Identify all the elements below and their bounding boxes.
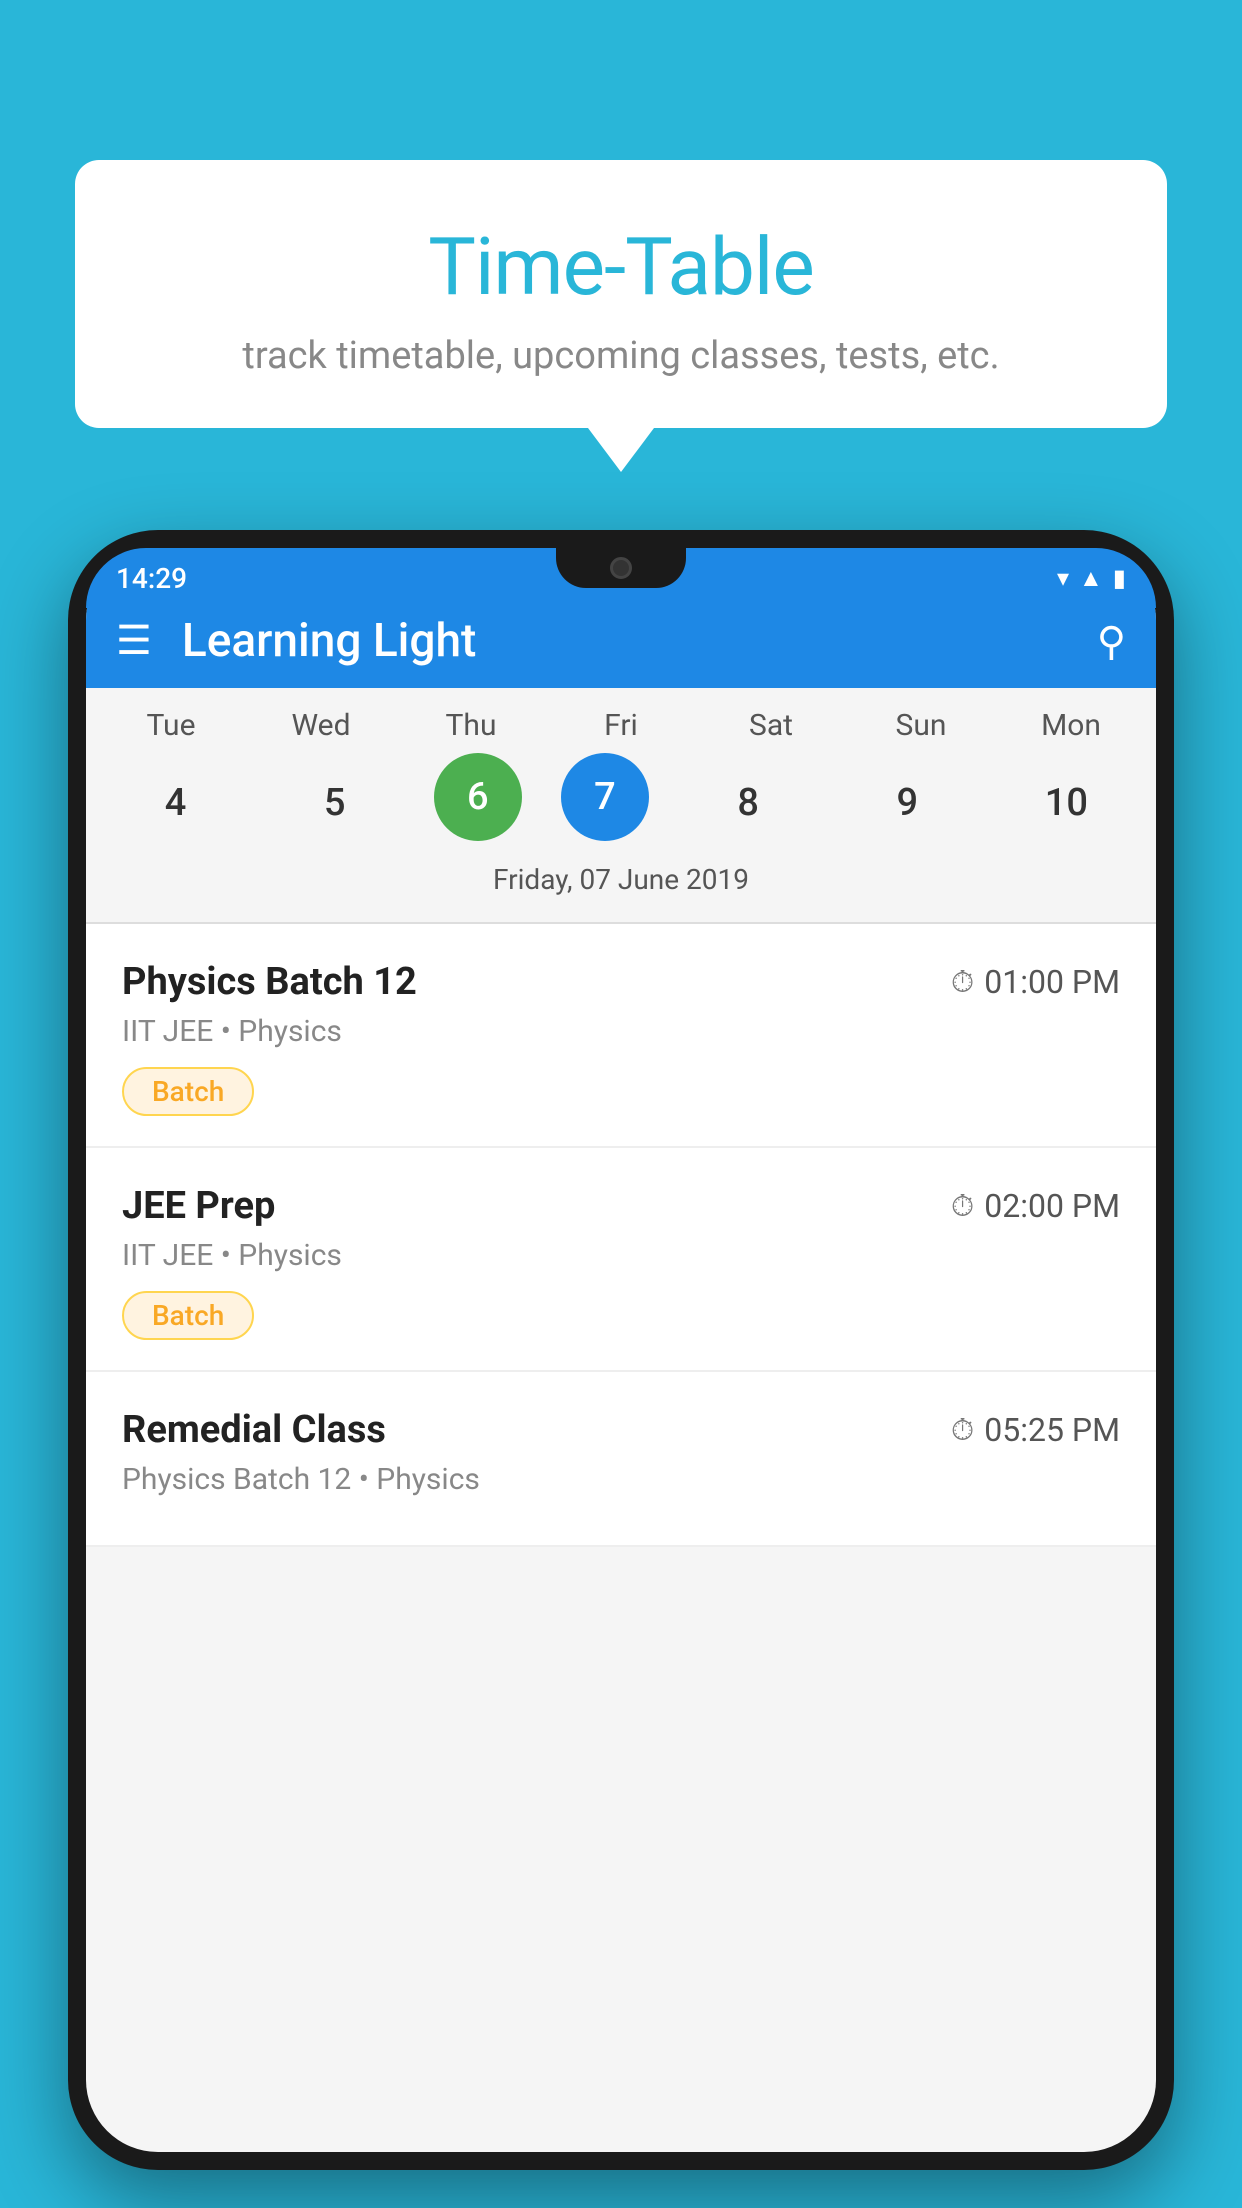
day-7-selected[interactable]: 7 bbox=[561, 753, 649, 841]
header-content: ☰ Learning Light ⚲ bbox=[116, 614, 1126, 668]
class-time-3: ⏱ 05:25 PM bbox=[951, 1411, 1120, 1449]
day-4[interactable]: 4 bbox=[116, 753, 236, 853]
phone-screen: ☰ Learning Light ⚲ Tue Wed Thu Fri Sat S… bbox=[86, 548, 1156, 2152]
class-card-2[interactable]: JEE Prep ⏱ 02:00 PM IIT JEE • Physics Ba… bbox=[86, 1148, 1156, 1372]
phone-outer: 14:29 ▾ ▲ ▮ ☰ Learning Light ⚲ bbox=[68, 530, 1174, 2170]
camera-dot bbox=[610, 557, 632, 579]
day-5[interactable]: 5 bbox=[275, 753, 395, 853]
calendar-strip: Tue Wed Thu Fri Sat Sun Mon 4 5 6 7 8 9 … bbox=[86, 688, 1156, 922]
clock-icon-3: ⏱ bbox=[951, 1413, 974, 1448]
tooltip-subtitle: track timetable, upcoming classes, tests… bbox=[135, 334, 1107, 378]
phone-wrapper: 14:29 ▾ ▲ ▮ ☰ Learning Light ⚲ bbox=[68, 530, 1174, 2208]
class-meta-3: Physics Batch 12 • Physics bbox=[122, 1462, 1120, 1497]
class-time-2: ⏱ 02:00 PM bbox=[951, 1187, 1120, 1225]
batch-badge-2: Batch bbox=[122, 1291, 254, 1340]
class-name-1: Physics Batch 12 bbox=[122, 960, 417, 1004]
status-time: 14:29 bbox=[116, 562, 187, 595]
tooltip-title: Time-Table bbox=[135, 220, 1107, 314]
day-numbers: 4 5 6 7 8 9 10 bbox=[86, 753, 1156, 853]
batch-badge-1: Batch bbox=[122, 1067, 254, 1116]
day-name-mon: Mon bbox=[1011, 708, 1131, 743]
status-icons: ▾ ▲ ▮ bbox=[1057, 564, 1126, 593]
day-name-tue: Tue bbox=[111, 708, 231, 743]
class-list: Physics Batch 12 ⏱ 01:00 PM IIT JEE • Ph… bbox=[86, 924, 1156, 1547]
day-name-sun: Sun bbox=[861, 708, 981, 743]
day-9[interactable]: 9 bbox=[847, 753, 967, 853]
battery-icon: ▮ bbox=[1113, 564, 1126, 592]
class-card-3-header: Remedial Class ⏱ 05:25 PM bbox=[122, 1408, 1120, 1452]
class-card-1[interactable]: Physics Batch 12 ⏱ 01:00 PM IIT JEE • Ph… bbox=[86, 924, 1156, 1148]
class-time-value-2: 02:00 PM bbox=[984, 1187, 1120, 1225]
days-header: Tue Wed Thu Fri Sat Sun Mon bbox=[86, 708, 1156, 743]
day-name-wed: Wed bbox=[261, 708, 381, 743]
class-name-3: Remedial Class bbox=[122, 1408, 386, 1452]
search-icon[interactable]: ⚲ bbox=[1097, 618, 1126, 665]
signal-icon: ▲ bbox=[1079, 564, 1103, 593]
class-card-3[interactable]: Remedial Class ⏱ 05:25 PM Physics Batch … bbox=[86, 1372, 1156, 1547]
status-bar: 14:29 ▾ ▲ ▮ bbox=[86, 548, 1156, 608]
clock-icon-1: ⏱ bbox=[951, 965, 974, 1000]
class-meta-1: IIT JEE • Physics bbox=[122, 1014, 1120, 1049]
day-10[interactable]: 10 bbox=[1006, 753, 1126, 853]
class-time-value-1: 01:00 PM bbox=[984, 963, 1120, 1001]
class-meta-2: IIT JEE • Physics bbox=[122, 1238, 1120, 1273]
day-6-today[interactable]: 6 bbox=[434, 753, 522, 841]
phone-notch bbox=[556, 548, 686, 588]
day-name-thu: Thu bbox=[411, 708, 531, 743]
class-card-1-header: Physics Batch 12 ⏱ 01:00 PM bbox=[122, 960, 1120, 1004]
day-8[interactable]: 8 bbox=[688, 753, 808, 853]
wifi-icon: ▾ bbox=[1057, 564, 1069, 592]
class-name-2: JEE Prep bbox=[122, 1184, 275, 1228]
app-title: Learning Light bbox=[182, 614, 1097, 668]
class-time-value-3: 05:25 PM bbox=[984, 1411, 1120, 1449]
class-card-2-header: JEE Prep ⏱ 02:00 PM bbox=[122, 1184, 1120, 1228]
day-name-fri: Fri bbox=[561, 708, 681, 743]
clock-icon-2: ⏱ bbox=[951, 1189, 974, 1224]
class-time-1: ⏱ 01:00 PM bbox=[951, 963, 1120, 1001]
day-name-sat: Sat bbox=[711, 708, 831, 743]
hamburger-icon[interactable]: ☰ bbox=[116, 621, 152, 661]
tooltip-card: Time-Table track timetable, upcoming cla… bbox=[75, 160, 1167, 428]
selected-date-label: Friday, 07 June 2019 bbox=[86, 853, 1156, 912]
